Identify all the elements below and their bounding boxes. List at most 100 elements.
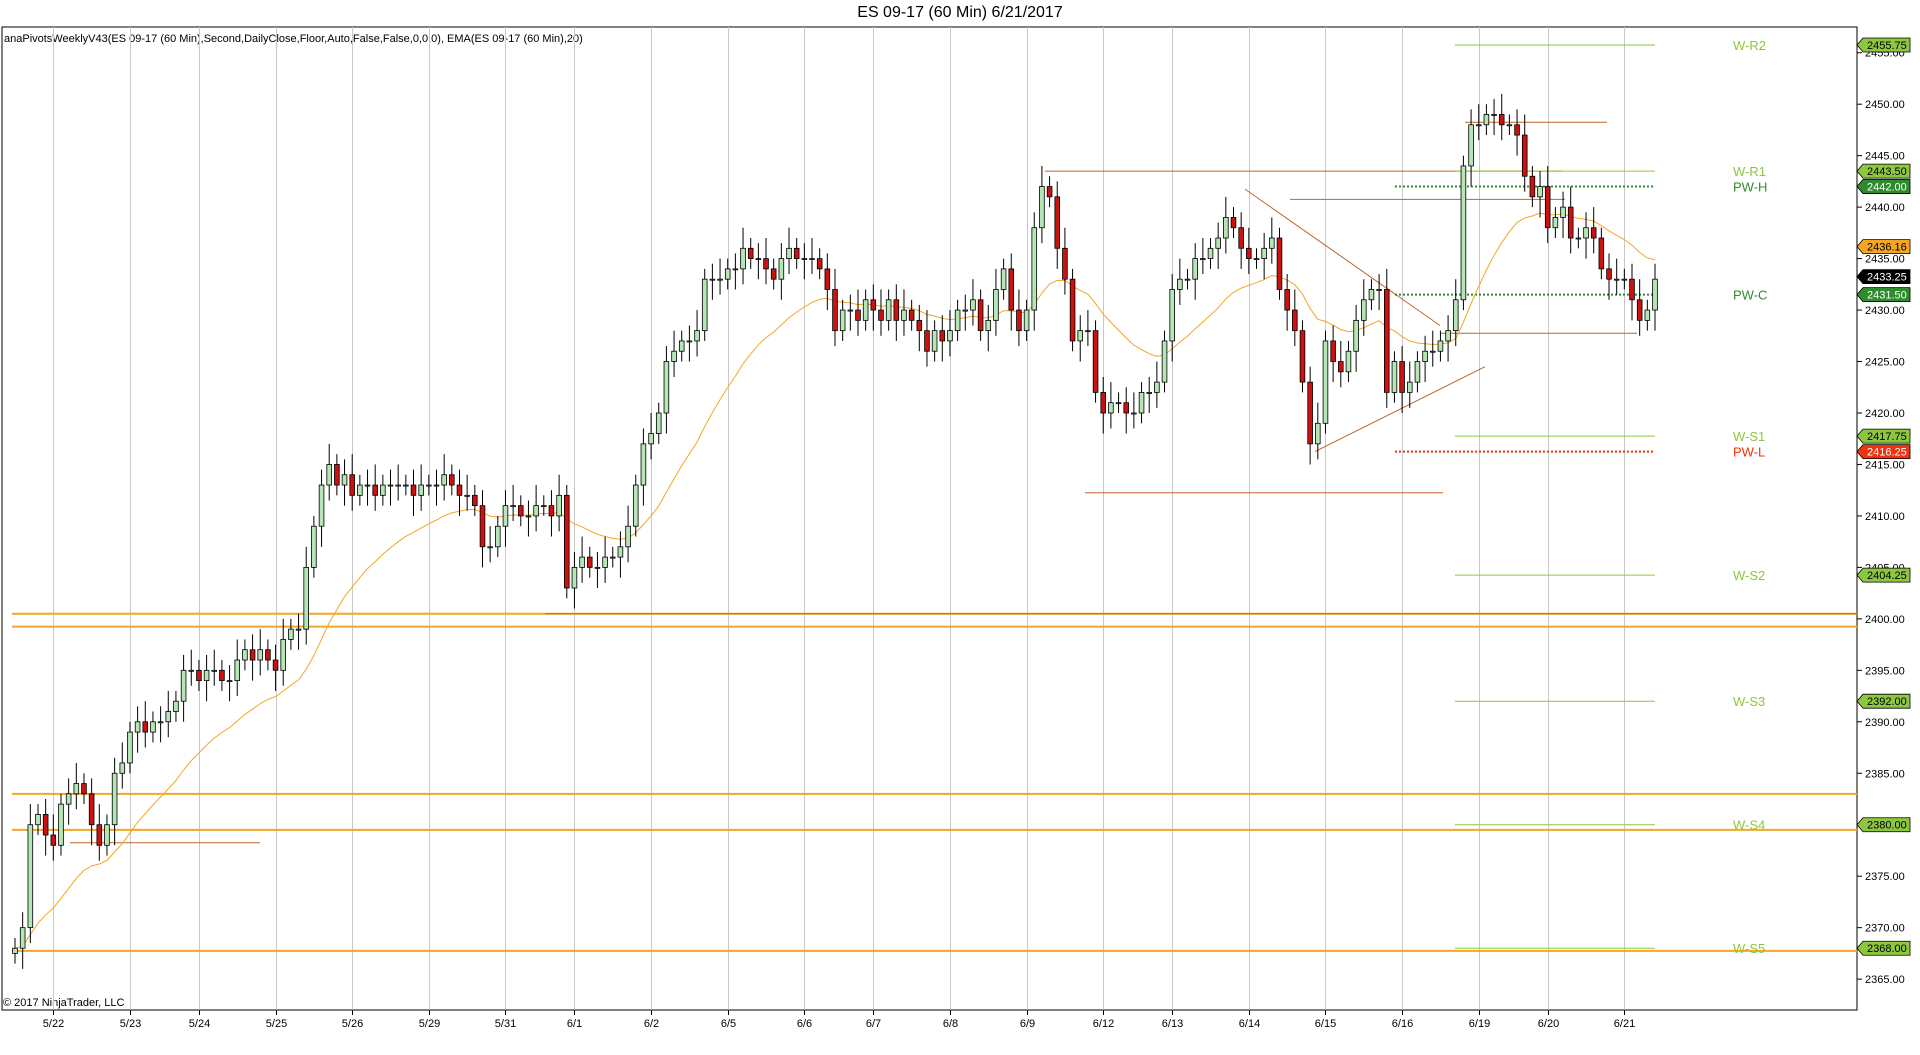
candle: [157, 706, 164, 743]
candle: [234, 639, 241, 697]
candle: [12, 937, 18, 964]
candle-body: [747, 247, 754, 259]
candle: [403, 474, 409, 496]
candle: [939, 315, 946, 362]
candle-body: [1307, 381, 1313, 445]
candle: [1338, 340, 1344, 388]
price-tag-label: 2392.00: [1867, 696, 1907, 708]
candle-body: [1062, 247, 1068, 280]
candle-body: [180, 669, 187, 702]
candle-body: [188, 669, 195, 672]
candle: [747, 238, 754, 269]
candle-body: [924, 330, 930, 352]
candle: [81, 773, 87, 805]
candle-body: [885, 299, 892, 321]
candle: [272, 644, 279, 691]
candle: [65, 778, 72, 825]
candle-body: [311, 525, 317, 568]
candle: [318, 469, 325, 547]
candle-body: [717, 278, 723, 281]
candle: [449, 464, 455, 496]
pivot-label: W-S2: [1733, 568, 1765, 583]
candle: [134, 706, 141, 753]
candle-body: [226, 680, 233, 683]
candle: [1276, 227, 1283, 300]
candle: [1169, 274, 1175, 362]
candle: [88, 778, 95, 846]
price-tag-label: 2380.00: [1867, 820, 1907, 832]
y-tick-label: 2435.00: [1865, 254, 1905, 266]
session-gridlines: [53, 27, 1625, 1010]
candle-body: [939, 330, 946, 342]
candle: [1115, 392, 1122, 413]
candle-body: [1023, 309, 1030, 332]
candle-body: [1115, 402, 1122, 405]
candle-body: [1652, 278, 1658, 311]
candle-body: [1039, 186, 1045, 229]
candle: [586, 546, 593, 578]
candle-body: [855, 309, 861, 321]
candle: [701, 268, 708, 341]
candle: [219, 660, 225, 691]
candle-body: [487, 546, 493, 549]
candle-body: [1322, 340, 1329, 424]
candle-body: [357, 484, 363, 496]
candle-body: [1131, 412, 1137, 415]
candle: [770, 258, 777, 290]
candle: [1399, 346, 1405, 413]
candle: [625, 505, 631, 563]
support-lines: [12, 612, 1857, 952]
candle: [502, 490, 509, 547]
candle-body: [541, 505, 547, 508]
candle-body: [1315, 422, 1321, 445]
candle-body: [1567, 206, 1574, 239]
candle-body: [1077, 330, 1084, 342]
price-tag-label: 2433.25: [1867, 272, 1907, 284]
price-tag-label: 2455.75: [1867, 40, 1907, 52]
pivot-label: W-S1: [1733, 429, 1765, 444]
candle-body: [1100, 392, 1107, 414]
candle: [1322, 330, 1329, 434]
candle-body: [157, 721, 164, 724]
price-chart[interactable]: W-R2 W-R1PW-H PW-C W-S1PW-L W-S2 W-S3 W-S4 W-S5…: [0, 0, 1920, 1055]
candle: [311, 515, 317, 578]
candle-body: [96, 824, 103, 846]
candle-body: [579, 556, 585, 568]
candle-body: [1138, 392, 1145, 414]
x-tick-label: 6/13: [1162, 1018, 1183, 1030]
candle-body: [1046, 186, 1053, 198]
candle: [180, 654, 187, 722]
candle: [341, 459, 348, 506]
candle-body: [341, 474, 348, 486]
x-tick-label: 6/7: [866, 1018, 881, 1030]
candle: [96, 804, 103, 861]
candle-body: [272, 659, 279, 671]
candle: [1384, 268, 1390, 408]
candle-body: [1230, 217, 1237, 229]
price-tag-label: 2368.00: [1867, 943, 1907, 955]
candle-body: [472, 494, 478, 507]
x-tick-label: 5/31: [495, 1018, 516, 1030]
candle: [1008, 253, 1015, 331]
candle: [1261, 232, 1267, 280]
candle-body: [1537, 186, 1543, 198]
x-tick-label: 6/14: [1239, 1018, 1260, 1030]
candle-body: [1460, 165, 1467, 301]
candle-body: [908, 309, 915, 321]
candle-body: [1422, 350, 1428, 362]
candle: [648, 412, 654, 460]
price-tag: 2416.25: [1856, 444, 1911, 459]
candle-body: [954, 309, 961, 332]
candle-body: [1261, 247, 1267, 259]
candle-body: [564, 494, 570, 589]
candle: [694, 310, 700, 357]
candle: [127, 721, 133, 774]
candle: [924, 310, 930, 367]
candle-body: [1276, 237, 1283, 290]
candle-body: [464, 494, 470, 497]
candle-body: [1108, 402, 1114, 414]
candle-body: [203, 669, 210, 682]
candle-body: [1598, 237, 1605, 270]
candle-body: [35, 814, 41, 826]
candle-body: [1552, 217, 1559, 229]
